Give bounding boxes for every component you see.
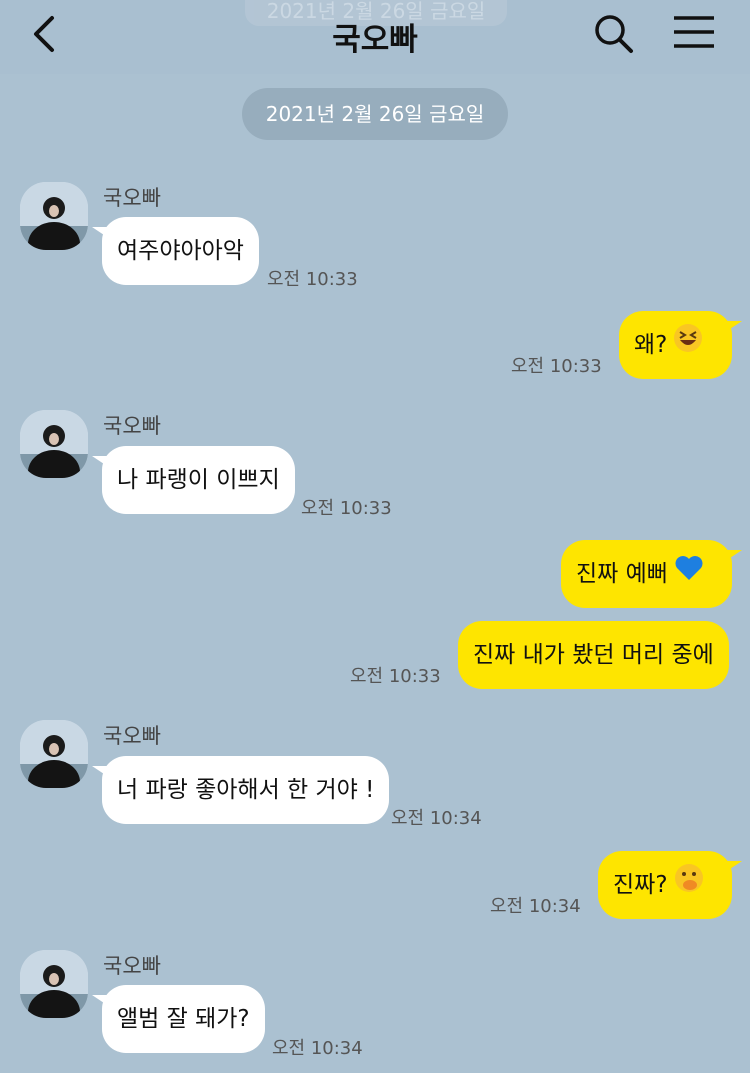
message-text: 진짜? xyxy=(613,872,668,898)
message-bubble-outgoing[interactable]: 진짜 예뻐 xyxy=(561,540,742,609)
message-bubble-outgoing[interactable]: 왜? xyxy=(619,311,742,380)
message-time: 오전 10:34 xyxy=(272,1038,363,1059)
face-with-hand-over-mouth-icon xyxy=(674,852,704,920)
sender-name: 국오빠 xyxy=(103,414,161,438)
avatar[interactable] xyxy=(20,950,88,1018)
message-time: 오전 10:33 xyxy=(301,498,392,519)
message-bubble-outgoing[interactable]: 진짜? xyxy=(598,851,742,920)
message-time: 오전 10:34 xyxy=(490,896,581,917)
message-bubble-outgoing[interactable]: 진짜 내가 봤던 머리 중에 xyxy=(458,621,729,689)
sender-name: 국오빠 xyxy=(103,724,161,748)
sender-name: 국오빠 xyxy=(103,954,161,978)
message-bubble-incoming[interactable]: 앨범 잘 돼가? xyxy=(92,985,265,1053)
grinning-squinting-face-icon xyxy=(673,312,703,380)
message-time: 오전 10:34 xyxy=(391,808,482,829)
message-bubble-incoming[interactable]: 나 파랭이 이쁘지 xyxy=(92,446,295,514)
chat-header: 2021년 2월 26일 금요일 국오빠 xyxy=(0,0,750,74)
message-time: 오전 10:33 xyxy=(511,356,602,377)
avatar[interactable] xyxy=(20,182,88,250)
chat-title: 국오빠 xyxy=(332,22,418,58)
avatar[interactable] xyxy=(20,410,88,478)
message-text: 진짜 예뻐 xyxy=(576,561,668,587)
message-text: 왜? xyxy=(634,332,668,358)
menu-icon[interactable] xyxy=(672,14,716,50)
message-bubble-incoming[interactable]: 너 파랑 좋아해서 한 거야 ! xyxy=(91,756,390,824)
date-divider: 2021년 2월 26일 금요일 xyxy=(242,88,508,140)
message-bubble-incoming[interactable]: 여주야아아악 xyxy=(92,217,259,285)
message-time: 오전 10:33 xyxy=(267,269,358,290)
avatar[interactable] xyxy=(20,720,88,788)
search-icon[interactable] xyxy=(592,12,636,56)
sender-name: 국오빠 xyxy=(103,186,161,210)
blue-heart-icon xyxy=(674,541,704,609)
message-time: 오전 10:33 xyxy=(350,666,441,687)
